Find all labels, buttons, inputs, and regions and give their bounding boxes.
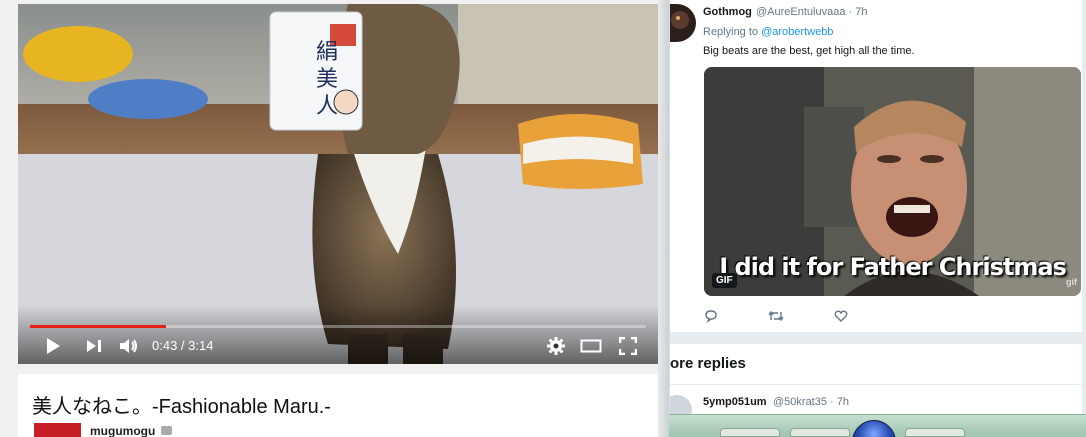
reply-icon[interactable] <box>704 309 720 325</box>
tweet-thread-pane: Gothmog @AureEntuluvaaa · 7h Replying to… <box>669 0 1082 414</box>
divider <box>670 384 1082 385</box>
retweet-icon[interactable] <box>768 309 784 325</box>
tweet-author-handle[interactable]: @AureEntuluvaaa · 7h <box>756 6 867 18</box>
theater-mode-icon[interactable] <box>580 334 602 358</box>
verified-icon <box>161 426 172 435</box>
gif-badge: GIF <box>712 273 737 288</box>
replying-to-link[interactable]: @arobertwebb <box>761 26 833 38</box>
gif-caption: I did it for Father Christmas <box>719 253 1067 281</box>
video-title: 美人なねこ。-Fashionable Maru.- <box>32 396 331 418</box>
taskbar-button[interactable] <box>790 428 850 437</box>
reply-author-handle[interactable]: @50krat35 · 7h <box>773 396 849 408</box>
progress-bar[interactable] <box>30 325 646 328</box>
gif-watermark: gif <box>1066 277 1077 287</box>
volume-icon[interactable] <box>118 334 140 358</box>
taskbar-button[interactable] <box>905 428 965 437</box>
avatar[interactable] <box>670 4 696 42</box>
tweet-author-name[interactable]: Gothmog <box>703 6 752 18</box>
scrollbar[interactable] <box>1082 0 1086 437</box>
time-display: 0:43 / 3:14 <box>152 338 214 353</box>
settings-gear-icon[interactable] <box>546 334 566 358</box>
tweet-text: Big beats are the best, get high all the… <box>703 45 915 57</box>
next-icon[interactable] <box>84 334 104 358</box>
play-icon[interactable] <box>42 334 64 358</box>
fullscreen-icon[interactable] <box>618 334 638 358</box>
thread-separator <box>670 332 1082 344</box>
video-info-panel: 美人なねこ。-Fashionable Maru.- mugumogu <box>18 374 658 437</box>
reply-author-name[interactable]: 5ymp051um <box>703 396 767 408</box>
like-heart-icon[interactable] <box>834 309 850 325</box>
replying-prefix: Replying to <box>703 26 759 38</box>
avatar[interactable] <box>670 395 692 414</box>
gif-media[interactable]: I did it for Father Christmas GIF gif <box>704 67 1081 296</box>
progress-fill <box>30 325 166 328</box>
more-replies-heading: ore replies <box>670 355 746 372</box>
taskbar-button[interactable] <box>720 428 780 437</box>
svg-text:美: 美 <box>316 67 338 92</box>
channel-avatar[interactable] <box>34 423 81 437</box>
channel-name[interactable]: mugumogu <box>90 424 155 437</box>
video-page: 絹 美 人 0:43 / 3:14 美人なねこ。-Fashionable Mar… <box>0 0 666 437</box>
video-player[interactable]: 絹 美 人 0:43 / 3:14 <box>18 4 658 364</box>
svg-text:絹: 絹 <box>316 40 338 65</box>
replying-to-line: Replying to @arobertwebb <box>703 26 833 38</box>
